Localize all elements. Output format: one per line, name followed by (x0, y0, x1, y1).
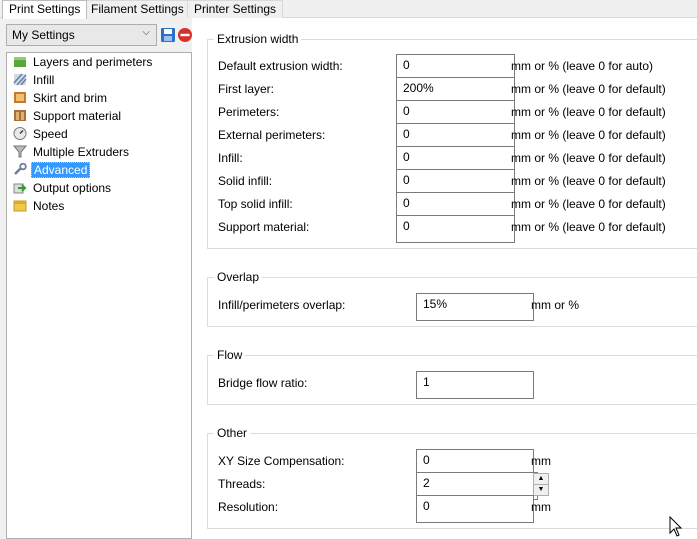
tree-item-speed[interactable]: Speed (13, 126, 70, 143)
top-solid-infill-unit: mm or % (leave 0 for default) (511, 197, 666, 211)
bridge-flow-ratio-field[interactable]: 1 (416, 371, 534, 399)
tree-item-advanced[interactable]: Advanced (13, 162, 91, 179)
solid-infill-label: Solid infill: (218, 174, 273, 188)
delete-icon (178, 28, 192, 42)
preset-select[interactable]: My Settings ⌵ (6, 24, 157, 46)
save-icon (161, 28, 175, 42)
xy-size-compensation-unit: mm (531, 454, 551, 468)
save-preset-button[interactable] (160, 27, 176, 43)
preset-select-value: My Settings (12, 28, 75, 42)
first-layer-label: First layer: (218, 82, 275, 96)
resolution-field[interactable]: 0 (416, 495, 534, 523)
tree-item-layers-and-perimeters[interactable]: Layers and perimeters (13, 54, 154, 71)
support-icon (14, 110, 26, 121)
support-material-unit: mm or % (leave 0 for default) (511, 220, 666, 234)
tree-item-infill[interactable]: Infill (13, 72, 56, 89)
external-perimeters-label: External perimeters: (218, 128, 326, 142)
infill-unit: mm or % (leave 0 for default) (511, 151, 666, 165)
infill-label: Infill: (218, 151, 243, 165)
tab-print-settings[interactable]: Print Settings (2, 0, 88, 19)
resolution-unit: mm (531, 500, 551, 514)
tree-item-support-material[interactable]: Support material (13, 108, 123, 125)
tree-item-notes[interactable]: Notes (13, 198, 66, 215)
support-material-field[interactable]: 0 (396, 215, 515, 243)
mouse-cursor-icon (669, 516, 683, 537)
resolution-label: Resolution: (218, 500, 279, 514)
tree-item-output-options[interactable]: Output options (13, 180, 113, 197)
overlap-title: Overlap (217, 270, 260, 284)
top-solid-infill-label: Top solid infill: (218, 197, 293, 211)
threads-label: Threads: (218, 477, 266, 491)
threads-decrement-button[interactable]: ▼ (533, 484, 549, 496)
bridge-flow-ratio-label: Bridge flow ratio: (218, 376, 308, 390)
default-extrusion-width-label: Default extrusion width: (218, 59, 343, 73)
support-material-label: Support material: (218, 220, 310, 234)
solid-infill-unit: mm or % (leave 0 for default) (511, 174, 666, 188)
infill-icon (13, 73, 27, 86)
other-title: Other (217, 426, 248, 440)
delete-preset-button[interactable] (177, 27, 193, 43)
xy-size-compensation-label: XY Size Compensation: (218, 454, 345, 468)
perimeters-unit: mm or % (leave 0 for default) (511, 105, 666, 119)
perimeters-label: Perimeters: (218, 105, 280, 119)
tab-printer-settings[interactable]: Printer Settings (187, 0, 284, 18)
flow-title: Flow (217, 348, 243, 362)
first-layer-unit: mm or % (leave 0 for default) (511, 82, 666, 96)
tree-item-skirt-and-brim[interactable]: Skirt and brim (13, 90, 109, 107)
notes-icon (13, 200, 27, 212)
chevron-down-icon: ⌵ (142, 27, 150, 38)
tab-filament-settings[interactable]: Filament Settings (84, 0, 191, 18)
infill-perimeters-overlap-unit: mm or % (531, 298, 579, 312)
tree-item-multiple-extruders[interactable]: Multiple Extruders (13, 144, 131, 161)
infill-perimeters-overlap-field[interactable]: 15% (416, 293, 534, 321)
infill-perimeters-overlap-label: Infill/perimeters overlap: (218, 298, 346, 312)
extrusion-width-title: Extrusion width (217, 32, 299, 46)
settings-tree: Layers and perimeters Infill Skirt and b… (6, 52, 192, 539)
tab-bar: Print Settings Filament Settings Printer… (0, 0, 697, 19)
layers-icon (14, 57, 26, 67)
speed-icon (13, 127, 27, 140)
external-perimeters-unit: mm or % (leave 0 for default) (511, 128, 666, 142)
wrench-icon (14, 163, 27, 175)
default-extrusion-width-unit: mm or % (leave 0 for auto) (511, 59, 654, 73)
skirt-icon (14, 92, 26, 103)
output-icon (13, 183, 27, 194)
funnel-icon (13, 145, 27, 158)
